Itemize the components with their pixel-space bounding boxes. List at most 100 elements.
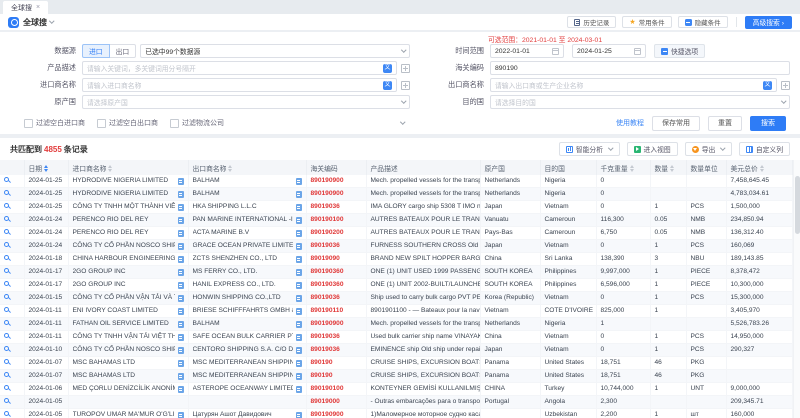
search-icon[interactable] [4,320,9,325]
checkbox-filter-blank-exporter[interactable]: 过滤空白出口商 [97,118,158,128]
copy-icon[interactable] [178,204,184,211]
copy-icon[interactable] [296,321,302,328]
search-icon[interactable] [4,385,9,390]
export-button[interactable]: 导出 [685,142,732,156]
product-desc-input[interactable]: 请输入关键词，多关键词用分号隔开 [82,61,397,75]
import-toggle[interactable]: 进口 [82,44,110,58]
search-icon[interactable] [4,346,9,351]
search-icon[interactable] [4,229,9,234]
copy-icon[interactable] [178,230,184,237]
chevron-down-icon[interactable] [49,19,54,24]
copy-icon[interactable] [296,334,302,341]
copy-icon[interactable] [178,243,184,250]
copy-icon[interactable] [178,269,184,276]
translate-icon[interactable] [763,81,772,90]
copy-icon[interactable] [178,386,184,393]
search-icon[interactable] [4,281,9,286]
search-icon[interactable] [4,216,9,221]
search-icon[interactable] [4,359,9,364]
header-quantity[interactable]: 数量 [650,160,686,175]
exporter-input[interactable]: 请输入出口商或生产企业名称 [490,78,777,92]
copy-icon[interactable] [296,308,302,315]
header-exporter[interactable]: 出口商名称 [188,160,306,175]
vertical-scrollbar[interactable] [793,160,800,418]
copy-icon[interactable] [178,412,184,418]
hs-code-input[interactable]: 890190 [490,61,790,75]
search-icon[interactable] [4,190,9,195]
header-usd-total[interactable]: 美元总价 [726,160,792,175]
tab-global-search[interactable]: 全球搜 × [3,1,48,14]
copy-icon[interactable] [178,308,184,315]
reset-button[interactable]: 重置 [708,116,742,131]
header-kg-weight[interactable]: 千克重量 [596,160,650,175]
translate-icon[interactable] [383,64,392,73]
date-to-input[interactable]: 2024-01-25 [572,44,646,58]
enter-view-button[interactable]: 进入视图 [627,142,678,156]
date-from-input[interactable]: 2022-01-01 [490,44,564,58]
checkbox-filter-blank-importer[interactable]: 过滤空白进口商 [24,118,85,128]
smart-analysis-button[interactable]: 智能分析 [559,142,620,156]
sort-icon[interactable] [44,165,48,172]
expand-grid-icon[interactable] [401,64,410,73]
sort-icon[interactable] [670,165,674,172]
export-toggle[interactable]: 出口 [110,44,137,58]
header-date[interactable]: 日期 [24,160,68,175]
data-source-select[interactable]: 已选中99个数据源 [140,44,410,58]
scrollbar-thumb[interactable] [795,176,800,234]
copy-icon[interactable] [296,282,302,289]
copy-icon[interactable] [178,373,184,380]
copy-icon[interactable] [296,243,302,250]
sort-icon[interactable] [108,165,112,172]
copy-icon[interactable] [296,373,302,380]
copy-icon[interactable] [296,386,302,393]
copy-icon[interactable] [296,191,302,198]
favorites-button[interactable]: ★ 常用条件 [622,16,671,28]
search-icon[interactable] [4,372,9,377]
search-icon[interactable] [4,307,9,312]
sort-icon[interactable] [630,165,634,172]
copy-icon[interactable] [296,347,302,354]
copy-icon[interactable] [178,282,184,289]
copy-icon[interactable] [178,295,184,302]
copy-icon[interactable] [296,178,302,185]
copy-icon[interactable] [296,269,302,276]
advanced-search-button[interactable]: 高级搜索 › [745,16,792,29]
importer-input[interactable]: 请输入进口商名称 [82,78,397,92]
copy-icon[interactable] [178,321,184,328]
quick-options-button[interactable]: 快捷选项 [654,44,705,58]
translate-icon[interactable] [383,81,392,90]
dest-country-select[interactable]: 请选择目的国 [490,95,790,109]
copy-icon[interactable] [296,295,302,302]
copy-icon[interactable] [296,360,302,367]
custom-columns-button[interactable]: 自定义列 [739,142,790,156]
copy-icon[interactable] [178,256,184,263]
checkbox-filter-logistics[interactable]: 过滤物流公司 [170,118,224,128]
expand-grid-icon[interactable] [401,81,410,90]
search-icon[interactable] [4,333,9,338]
copy-icon[interactable] [296,204,302,211]
copy-icon[interactable] [178,191,184,198]
copy-icon[interactable] [178,178,184,185]
search-icon[interactable] [4,242,9,247]
search-icon[interactable] [4,294,9,299]
search-icon[interactable] [4,411,9,416]
expand-grid-icon[interactable] [781,81,790,90]
copy-icon[interactable] [296,412,302,418]
sort-icon[interactable] [228,165,232,172]
sort-icon[interactable] [760,165,764,172]
copy-icon[interactable] [296,256,302,263]
header-importer[interactable]: 进口商名称 [68,160,188,175]
history-button[interactable]: 历史记录 [567,16,616,28]
search-icon[interactable] [4,268,9,273]
search-icon[interactable] [4,177,9,182]
search-icon[interactable] [4,203,9,208]
search-icon[interactable] [4,398,9,403]
copy-icon[interactable] [296,230,302,237]
tab-close-icon[interactable]: × [36,4,40,11]
search-icon[interactable] [4,255,9,260]
copy-icon[interactable] [178,334,184,341]
copy-icon[interactable] [296,217,302,224]
search-button[interactable]: 搜索 [750,116,786,131]
copy-icon[interactable] [178,217,184,224]
origin-country-select[interactable]: 请选择原产国 [82,95,410,109]
